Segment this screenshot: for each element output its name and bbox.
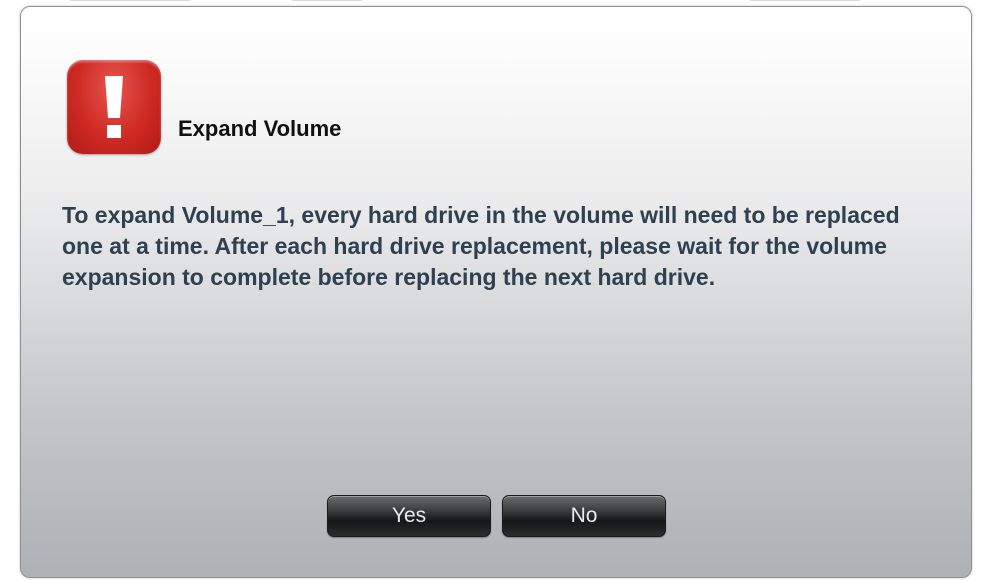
dialog-title: Expand Volume bbox=[178, 116, 342, 141]
warning-exclamation-icon bbox=[67, 60, 161, 154]
dialog-message: To expand Volume_1, every hard drive in … bbox=[62, 202, 900, 290]
no-button[interactable]: No bbox=[502, 495, 666, 537]
yes-button[interactable]: Yes bbox=[327, 495, 491, 537]
background-divider bbox=[292, 0, 362, 1]
expand-volume-dialog: Expand Volume To expand Volume_1, every … bbox=[20, 6, 972, 578]
screen: Expand Volume To expand Volume_1, every … bbox=[0, 0, 981, 581]
background-divider bbox=[750, 0, 860, 1]
background-divider bbox=[70, 0, 190, 1]
